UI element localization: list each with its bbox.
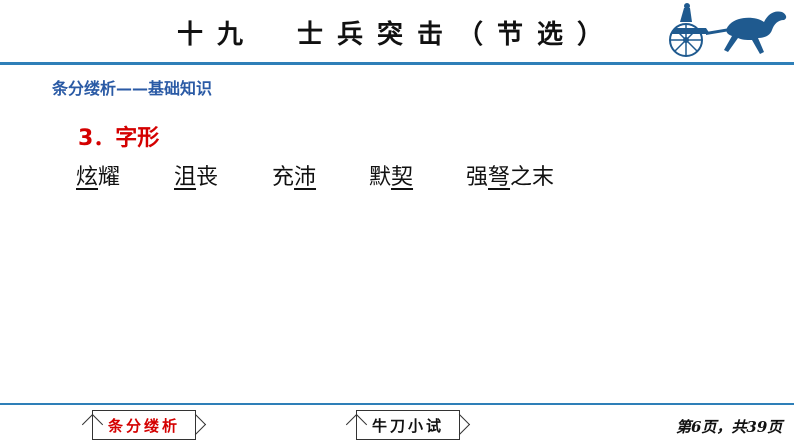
subheading-glyph-form: 3．字形: [78, 126, 160, 151]
word-item-2: 沮丧: [174, 165, 219, 190]
footer-divider: [0, 403, 794, 405]
word-item-5: 强弩之末: [466, 165, 555, 190]
tab-section-analysis[interactable]: 条分缕析: [92, 410, 196, 440]
word-item-4: 默契: [369, 165, 414, 190]
word-item-1: 炫耀: [76, 165, 121, 190]
word-item-3: 充沛: [272, 165, 317, 190]
page-counter: 第6页，共39页: [676, 418, 783, 436]
horse-chariot-icon: [669, 3, 787, 57]
section-header: 条分缕析——基础知识: [52, 79, 213, 98]
header-divider: [0, 62, 794, 65]
tab-practice[interactable]: 牛刀小试: [356, 410, 460, 440]
